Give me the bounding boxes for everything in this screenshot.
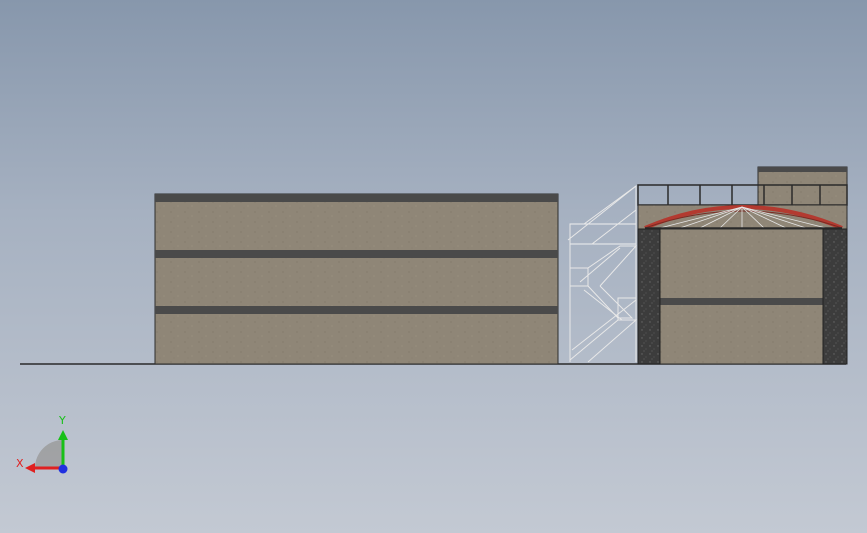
stair-handrail-1 [567,185,637,241]
right-building-wall [637,228,848,365]
y-axis-arrowhead [58,430,68,440]
stair-landing-top [569,223,637,245]
z-axis-dot [58,464,68,474]
triad-y-label: Y [59,414,66,427]
stair-handrail-2 [571,299,637,351]
coordinate-triad[interactable] [25,430,68,474]
gym-floor-slab [660,298,824,305]
right-building[interactable] [637,166,848,365]
right-column [822,228,848,365]
x-axis-arrowhead [25,463,35,473]
stair-flight-top [583,185,637,245]
exterior-staircase[interactable] [567,185,638,363]
rooftop-block [757,166,848,206]
graphics-viewport[interactable]: X Y [0,0,867,533]
floor-slab-1 [155,306,558,314]
stair-handrail-3 [579,247,621,283]
triad-x-label: X [16,457,24,470]
left-column [637,228,661,365]
floor-slab-2 [155,250,558,258]
stair-landing-low [617,297,637,321]
left-building[interactable] [154,193,559,365]
rooftop-block-cap [758,167,847,172]
left-building-wall [154,193,559,365]
cad-model-elevation[interactable] [0,0,867,533]
roof-slab [155,194,558,202]
stair-flight-2 [587,245,638,287]
triad-quadrant [35,440,63,468]
stair-handrail-4 [583,289,623,321]
stair-flight-3 [587,285,634,319]
